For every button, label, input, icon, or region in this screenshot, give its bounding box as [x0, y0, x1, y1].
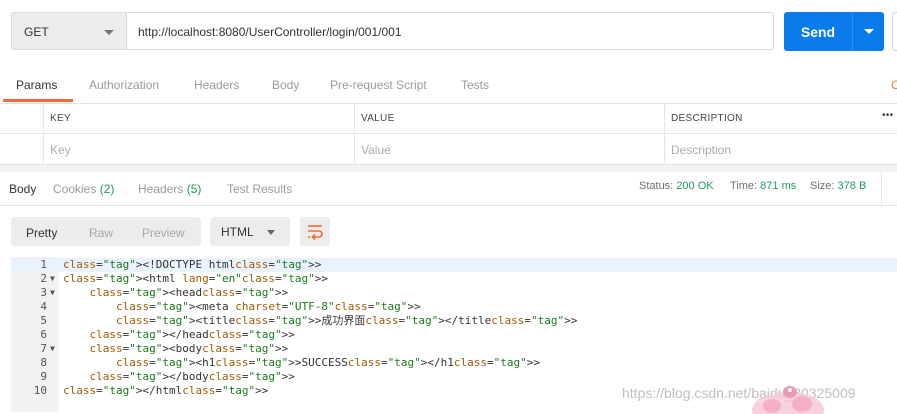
code-line: 8 class="tag"><h1class="tag">>SUCCESScla…: [11, 356, 897, 370]
request-tabs: Params Authorization Headers Body Pre-re…: [0, 62, 897, 104]
line-number: 1: [40, 258, 47, 271]
line-number: 2: [40, 272, 47, 285]
code-line: 3 ▼ class="tag"><headclass="tag">>: [11, 286, 897, 300]
params-input-row: Key Value Description: [0, 135, 897, 165]
key-column-header: KEY: [43, 104, 354, 134]
row-checkbox-cell: [0, 135, 43, 165]
method-value: GET: [24, 25, 49, 39]
params-table: KEY VALUE DESCRIPTION ••• Key Value Desc…: [0, 104, 897, 165]
code-line: 4 class="tag"><meta charset="UTF-8"class…: [11, 300, 897, 314]
size-readout: Size: 378 B: [810, 180, 867, 192]
tab-tests[interactable]: Tests: [461, 78, 489, 92]
chevron-down-icon: [104, 30, 114, 35]
send-label: Send: [800, 24, 836, 40]
code-text: class="tag"><!DOCTYPE htmlclass="tag">>: [63, 258, 322, 271]
section-divider: [0, 165, 897, 172]
code-line: 7 ▼ class="tag"><bodyclass="tag">>: [11, 342, 897, 356]
preview-button[interactable]: Preview: [142, 226, 185, 240]
chevron-down-icon: [267, 230, 275, 235]
code-text: class="tag"><h1class="tag">>SUCCESSclass…: [115, 356, 540, 369]
line-number: 6: [40, 328, 47, 341]
url-input[interactable]: http://localhost:8080/UserController/log…: [127, 12, 774, 50]
response-options-frame: [881, 172, 897, 206]
url-value: http://localhost:8080/UserController/log…: [138, 25, 402, 39]
time-readout: Time: 871 ms: [730, 180, 797, 192]
format-select[interactable]: HTML: [210, 217, 290, 246]
tab-authorization[interactable]: Authorization: [89, 78, 159, 92]
tab-params[interactable]: Params: [16, 78, 57, 92]
response-tab-body[interactable]: Body: [9, 182, 36, 196]
headers-count: (5): [186, 182, 202, 196]
status-readout: Status: 200 OK: [639, 180, 714, 192]
response-tab-test-results[interactable]: Test Results: [227, 182, 292, 196]
code-line: 5 class="tag"><titleclass="tag">>成功界面cla…: [11, 314, 897, 328]
tab-pre-request-script[interactable]: Pre-request Script: [330, 78, 427, 92]
code-text: class="tag"><meta charset="UTF-8"class="…: [115, 300, 421, 313]
cookies-count: (2): [99, 182, 115, 196]
send-divider: [852, 12, 853, 51]
code-text: class="tag"><headclass="tag">>: [89, 286, 289, 299]
code-text: class="tag"><bodyclass="tag">>: [89, 342, 289, 355]
fold-toggle-icon[interactable]: ▼: [50, 342, 55, 356]
size-value: 378 B: [837, 180, 867, 192]
tab-body[interactable]: Body: [272, 78, 299, 92]
fold-toggle-icon[interactable]: ▼: [50, 272, 55, 286]
description-column-header: DESCRIPTION: [664, 104, 897, 134]
params-header-row: KEY VALUE DESCRIPTION •••: [0, 104, 897, 134]
cookies-link[interactable]: C: [891, 78, 897, 92]
active-tab-indicator: [3, 99, 73, 102]
key-input[interactable]: Key: [43, 135, 354, 165]
code-line: 2 ▼ class="tag"><html lang="en"class="tag"…: [11, 272, 897, 286]
line-number: 5: [40, 314, 47, 327]
time-value: 871 ms: [760, 180, 797, 192]
code-line: 6 class="tag"></headclass="tag">>: [11, 328, 897, 342]
line-number: 10: [33, 384, 47, 397]
tab-headers[interactable]: Headers: [194, 78, 239, 92]
request-bar: GET http://localhost:8080/UserController…: [0, 0, 897, 62]
description-input[interactable]: Description: [664, 135, 897, 165]
send-options-chevron-icon[interactable]: [864, 29, 874, 34]
raw-button[interactable]: Raw: [89, 226, 113, 240]
code-text: class="tag"><html lang="en"class="tag">>: [63, 272, 328, 285]
line-number: 8: [40, 356, 47, 369]
line-number: 7: [40, 342, 47, 355]
line-number: 3: [40, 286, 47, 299]
fold-toggle-icon[interactable]: ▼: [50, 286, 55, 300]
response-tab-cookies[interactable]: Cookies (2): [53, 182, 114, 196]
send-button[interactable]: Send: [784, 12, 884, 51]
wrap-lines-button[interactable]: [300, 217, 330, 246]
status-value: 200 OK: [676, 180, 714, 192]
wrap-lines-icon: [308, 225, 323, 240]
line-number: 9: [40, 370, 47, 383]
more-options-icon[interactable]: •••: [882, 110, 893, 121]
mascot-sticker-icon: [752, 386, 824, 414]
row-checkbox-cell: [0, 104, 43, 134]
view-mode-group: Pretty Raw Preview: [11, 217, 201, 246]
method-select[interactable]: GET: [11, 12, 127, 50]
format-value: HTML: [221, 225, 254, 239]
code-text: class="tag"></bodyclass="tag">>: [89, 370, 295, 383]
code-line: 1 class="tag"><!DOCTYPE htmlclass="tag">>: [11, 258, 897, 272]
pretty-button[interactable]: Pretty: [26, 226, 57, 240]
line-number: 4: [40, 300, 47, 313]
value-column-header: VALUE: [354, 104, 664, 134]
code-text: class="tag"></headclass="tag">>: [89, 328, 295, 341]
save-button[interactable]: [892, 12, 897, 51]
value-input[interactable]: Value: [354, 135, 664, 165]
response-tab-headers[interactable]: Headers (5): [138, 182, 201, 196]
response-tabs: Body Cookies (2) Headers (5) Test Result…: [0, 172, 897, 206]
code-text: class="tag"></htmlclass="tag">>: [63, 384, 269, 397]
code-text: class="tag"><titleclass="tag">>成功界面class…: [115, 314, 578, 327]
